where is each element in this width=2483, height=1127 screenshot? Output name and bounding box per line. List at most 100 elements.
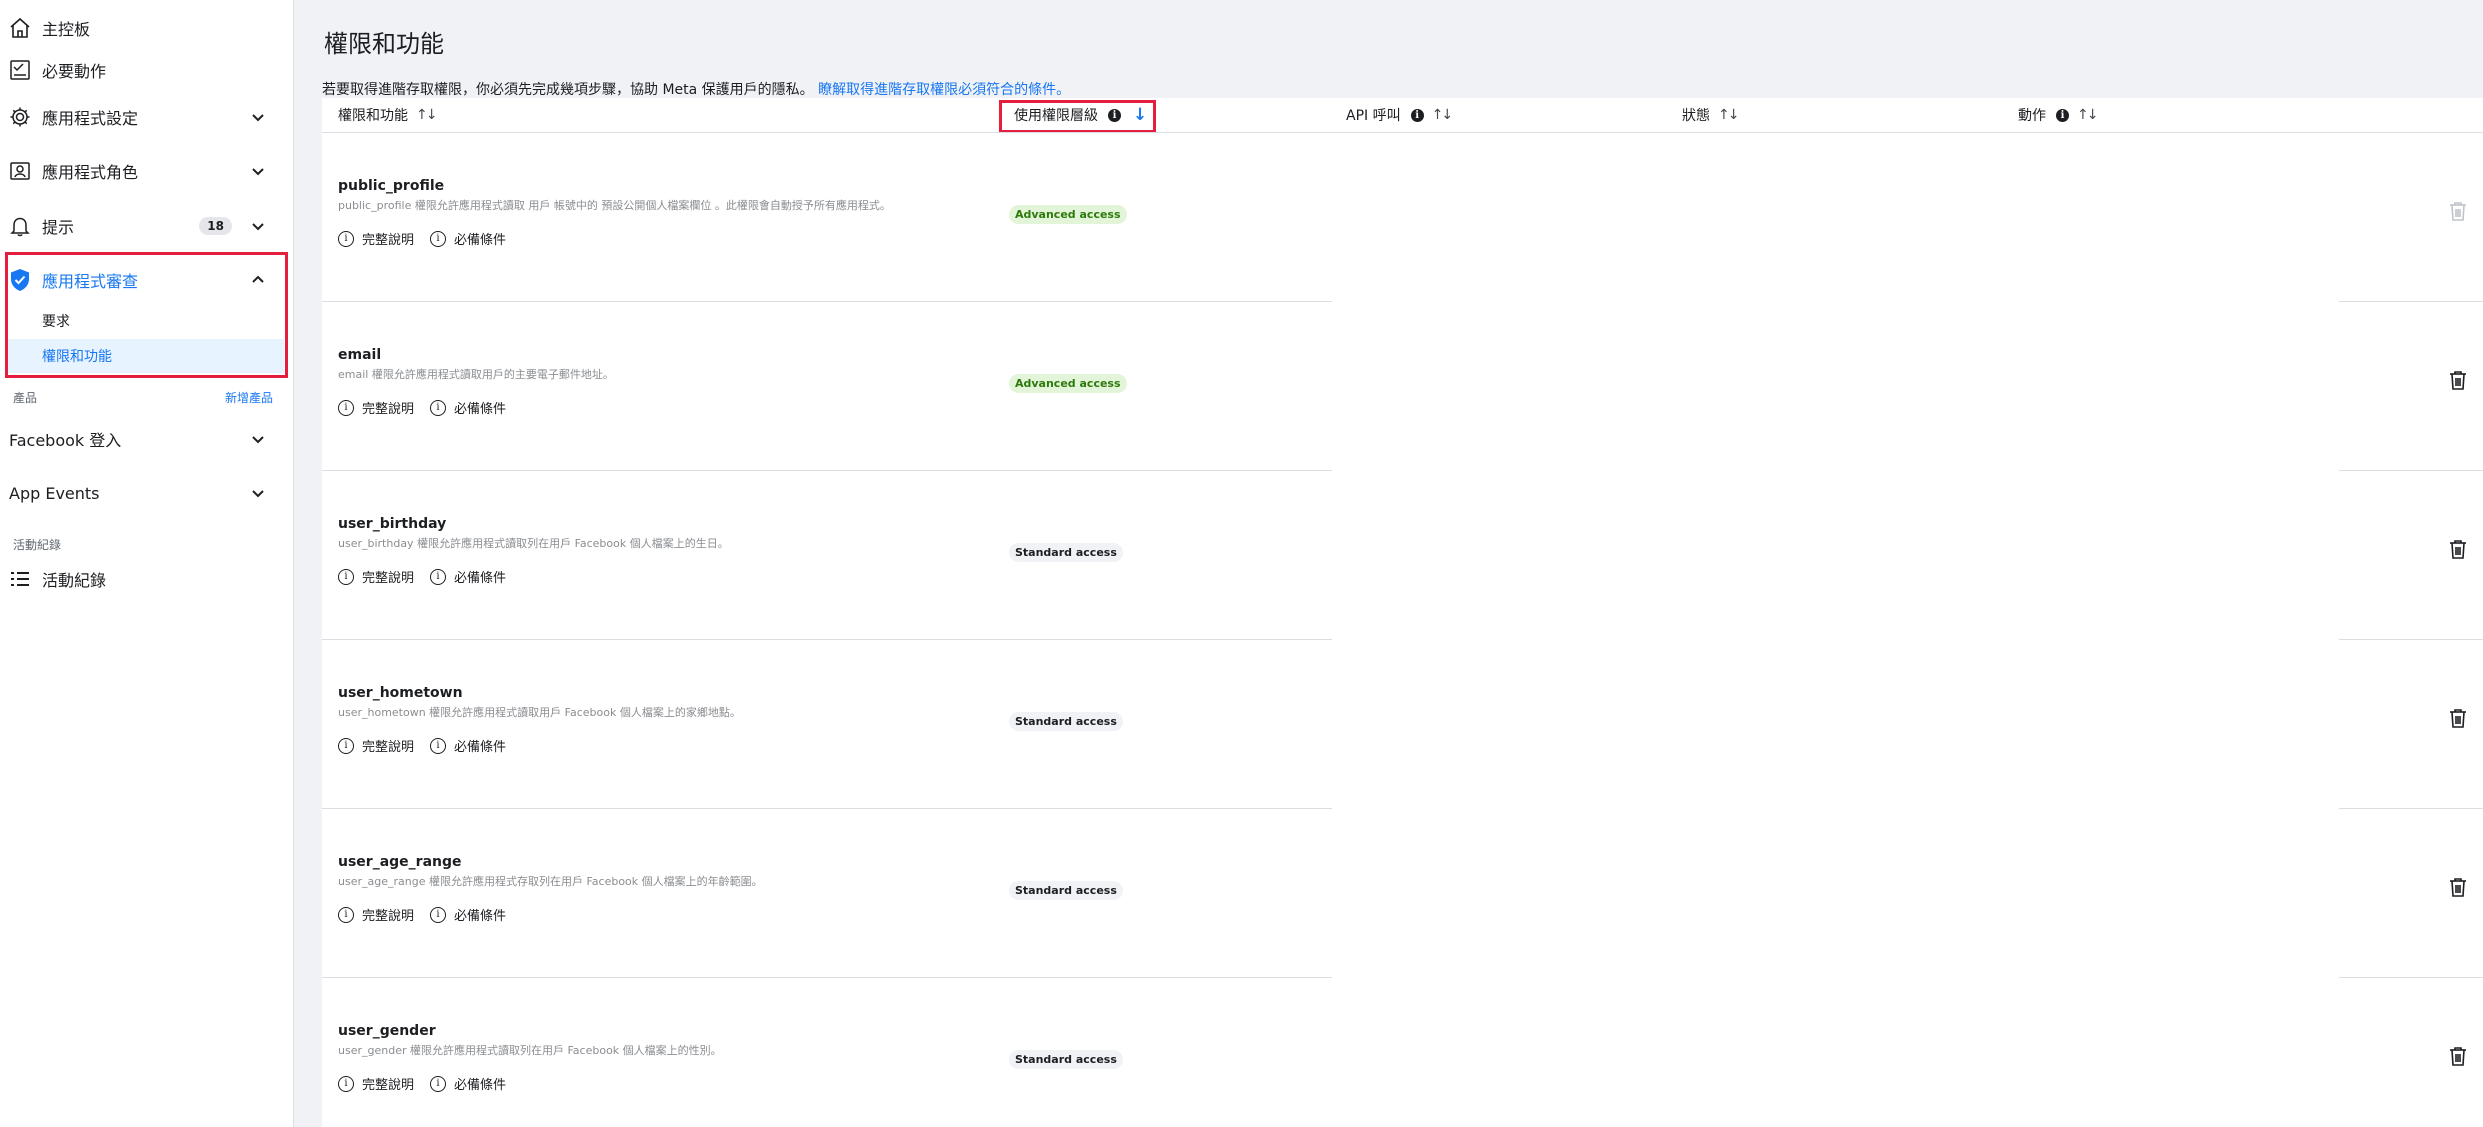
trash-icon[interactable] — [2449, 539, 2467, 559]
permission-name[interactable]: user_age_range — [338, 854, 462, 870]
access-notice: 若要取得進階存取權限，你必須先完成幾項步驟，協助 Meta 保護用戶的隱私。 瞭… — [322, 79, 1070, 99]
permission-links: i 完整說明 i 必備條件 — [338, 736, 506, 755]
permission-name[interactable]: user_hometown — [338, 685, 463, 701]
column-header-permission[interactable]: 權限和功能 ↑↓ — [338, 98, 438, 132]
table-row: user_birthday user_birthday 權限允許應用程式讀取列在… — [322, 471, 2483, 640]
column-header-label: 權限和功能 — [338, 108, 408, 124]
sidebar-item-label: 應用程式設定 — [42, 109, 139, 128]
home-icon — [8, 16, 32, 40]
link-label: 必備條件 — [454, 740, 507, 755]
permission-links: i 完整說明 i 必備條件 — [338, 229, 506, 248]
info-icon[interactable]: i — [1410, 108, 1424, 122]
checklist-icon — [8, 58, 32, 82]
sidebar-item-facebook-login[interactable]: Facebook 登入 — [0, 425, 294, 453]
column-header-label: API 呼叫 — [1346, 108, 1401, 124]
permission-links: i 完整說明 i 必備條件 — [338, 905, 506, 924]
info-circle-icon: i — [338, 568, 354, 585]
link-label: 完整說明 — [362, 909, 415, 924]
info-circle-icon: i — [430, 399, 447, 416]
trash-icon[interactable] — [2449, 370, 2467, 390]
link-label: 必備條件 — [454, 1078, 507, 1093]
permission-links: i 完整說明 i 必備條件 — [338, 567, 506, 586]
full-description-link[interactable]: i 完整說明 — [338, 905, 414, 924]
access-level-badge: Standard access — [1009, 1050, 1123, 1069]
sidebar-item-required-actions[interactable]: 必要動作 — [0, 56, 294, 84]
access-level-badge: Standard access — [1009, 881, 1123, 900]
access-level-badge: Advanced access — [1009, 374, 1127, 393]
sidebar-item-label: 必要動作 — [42, 62, 107, 81]
permission-description: user_gender 權限允許應用程式讀取列在用戶 Facebook 個人檔案… — [338, 1044, 722, 1057]
prerequisites-link[interactable]: i 必備條件 — [430, 567, 506, 586]
full-description-link[interactable]: i 完整說明 — [338, 736, 414, 755]
prerequisites-link[interactable]: i 必備條件 — [430, 229, 506, 248]
alerts-count-badge: 18 — [199, 217, 232, 235]
column-header-api-calls[interactable]: API 呼叫 i ↑↓ — [1346, 98, 1454, 132]
column-header-actions[interactable]: 動作 i ↑↓ — [2018, 98, 2099, 132]
access-level-badge: Advanced access — [1009, 205, 1127, 224]
permission-name[interactable]: user_gender — [338, 1023, 436, 1039]
sidebar-item-label: 主控板 — [42, 20, 91, 39]
link-label: 完整說明 — [362, 402, 415, 417]
chevron-down-icon — [250, 163, 266, 179]
gear-icon — [8, 105, 32, 129]
column-header-label: 動作 — [2018, 108, 2046, 124]
notice-link[interactable]: 瞭解取得進階存取權限必須符合的條件。 — [818, 82, 1070, 98]
info-circle-icon: i — [430, 568, 447, 585]
link-label: 必備條件 — [454, 402, 507, 417]
sort-icon: ↑↓ — [1431, 107, 1454, 123]
page-title: 權限和功能 — [324, 30, 444, 58]
highlight-box — [999, 100, 1156, 133]
prerequisites-link[interactable]: i 必備條件 — [430, 905, 506, 924]
permission-name[interactable]: user_birthday — [338, 516, 446, 532]
sidebar-item-dashboard[interactable]: 主控板 — [0, 14, 294, 42]
prerequisites-link[interactable]: i 必備條件 — [430, 736, 506, 755]
sort-icon: ↑↓ — [1718, 107, 1740, 123]
info-circle-icon: i — [430, 906, 447, 923]
access-level-badge: Standard access — [1009, 712, 1123, 731]
prerequisites-link[interactable]: i 必備條件 — [430, 398, 506, 417]
full-description-link[interactable]: i 完整說明 — [338, 398, 414, 417]
permission-description: user_birthday 權限允許應用程式讀取列在用戶 Facebook 個人… — [338, 537, 729, 550]
permission-name[interactable]: public_profile — [338, 178, 444, 194]
column-header-status[interactable]: 狀態 ↑↓ — [1682, 98, 1740, 132]
prerequisites-link[interactable]: i 必備條件 — [430, 1074, 506, 1093]
info-circle-icon: i — [338, 399, 354, 416]
sidebar-item-app-roles[interactable]: 應用程式角色 — [0, 157, 294, 185]
sidebar-item-activity-log[interactable]: 活動紀錄 — [0, 565, 294, 593]
trash-icon[interactable] — [2449, 877, 2467, 897]
sidebar-item-label: 應用程式角色 — [42, 163, 139, 182]
table-row: public_profile public_profile 權限允許應用程式讀取… — [322, 133, 2483, 302]
link-label: 完整說明 — [362, 1078, 415, 1093]
table-row: email email 權限允許應用程式讀取用戶的主要電子郵件地址。 i 完整說… — [322, 302, 2483, 471]
info-circle-icon: i — [430, 1075, 447, 1092]
sidebar-item-alerts[interactable]: 提示 18 — [0, 212, 294, 240]
info-circle-icon: i — [338, 1075, 354, 1092]
info-circle-icon: i — [430, 230, 447, 247]
permission-description: email 權限允許應用程式讀取用戶的主要電子郵件地址。 — [338, 368, 614, 381]
full-description-link[interactable]: i 完整說明 — [338, 1074, 414, 1093]
main-content: 權限和功能 若要取得進階存取權限，你必須先完成幾項步驟，協助 Meta 保護用戶… — [294, 0, 2483, 1127]
sidebar-item-label: App Events — [9, 483, 100, 503]
link-label: 完整說明 — [362, 740, 415, 755]
sidebar-item-app-settings[interactable]: 應用程式設定 — [0, 103, 294, 131]
full-description-link[interactable]: i 完整說明 — [338, 567, 414, 586]
info-icon[interactable]: i — [2056, 108, 2069, 122]
sort-icon: ↑↓ — [416, 107, 438, 123]
add-product-link[interactable]: 新增產品 — [225, 389, 273, 406]
info-circle-icon: i — [338, 737, 354, 754]
sidebar-item-app-events[interactable]: App Events — [0, 479, 294, 507]
sort-icon: ↑↓ — [2077, 107, 2099, 123]
table-row: user_gender user_gender 權限允許應用程式讀取列在用戶 F… — [322, 978, 2483, 1127]
info-circle-icon: i — [338, 230, 354, 247]
trash-icon[interactable] — [2449, 708, 2467, 728]
link-label: 必備條件 — [454, 233, 507, 248]
permission-description: user_age_range 權限允許應用程式存取列在用戶 Facebook 個… — [338, 875, 763, 888]
trash-icon[interactable] — [2449, 1046, 2467, 1066]
highlight-box — [5, 252, 288, 378]
trash-icon[interactable] — [2449, 201, 2467, 221]
full-description-link[interactable]: i 完整說明 — [338, 229, 414, 248]
column-header-label: 狀態 — [1682, 108, 1710, 124]
notice-text: 若要取得進階存取權限，你必須先完成幾項步驟，協助 Meta 保護用戶的隱私。 — [322, 82, 814, 98]
info-circle-icon: i — [430, 737, 447, 754]
permission-name[interactable]: email — [338, 347, 381, 363]
